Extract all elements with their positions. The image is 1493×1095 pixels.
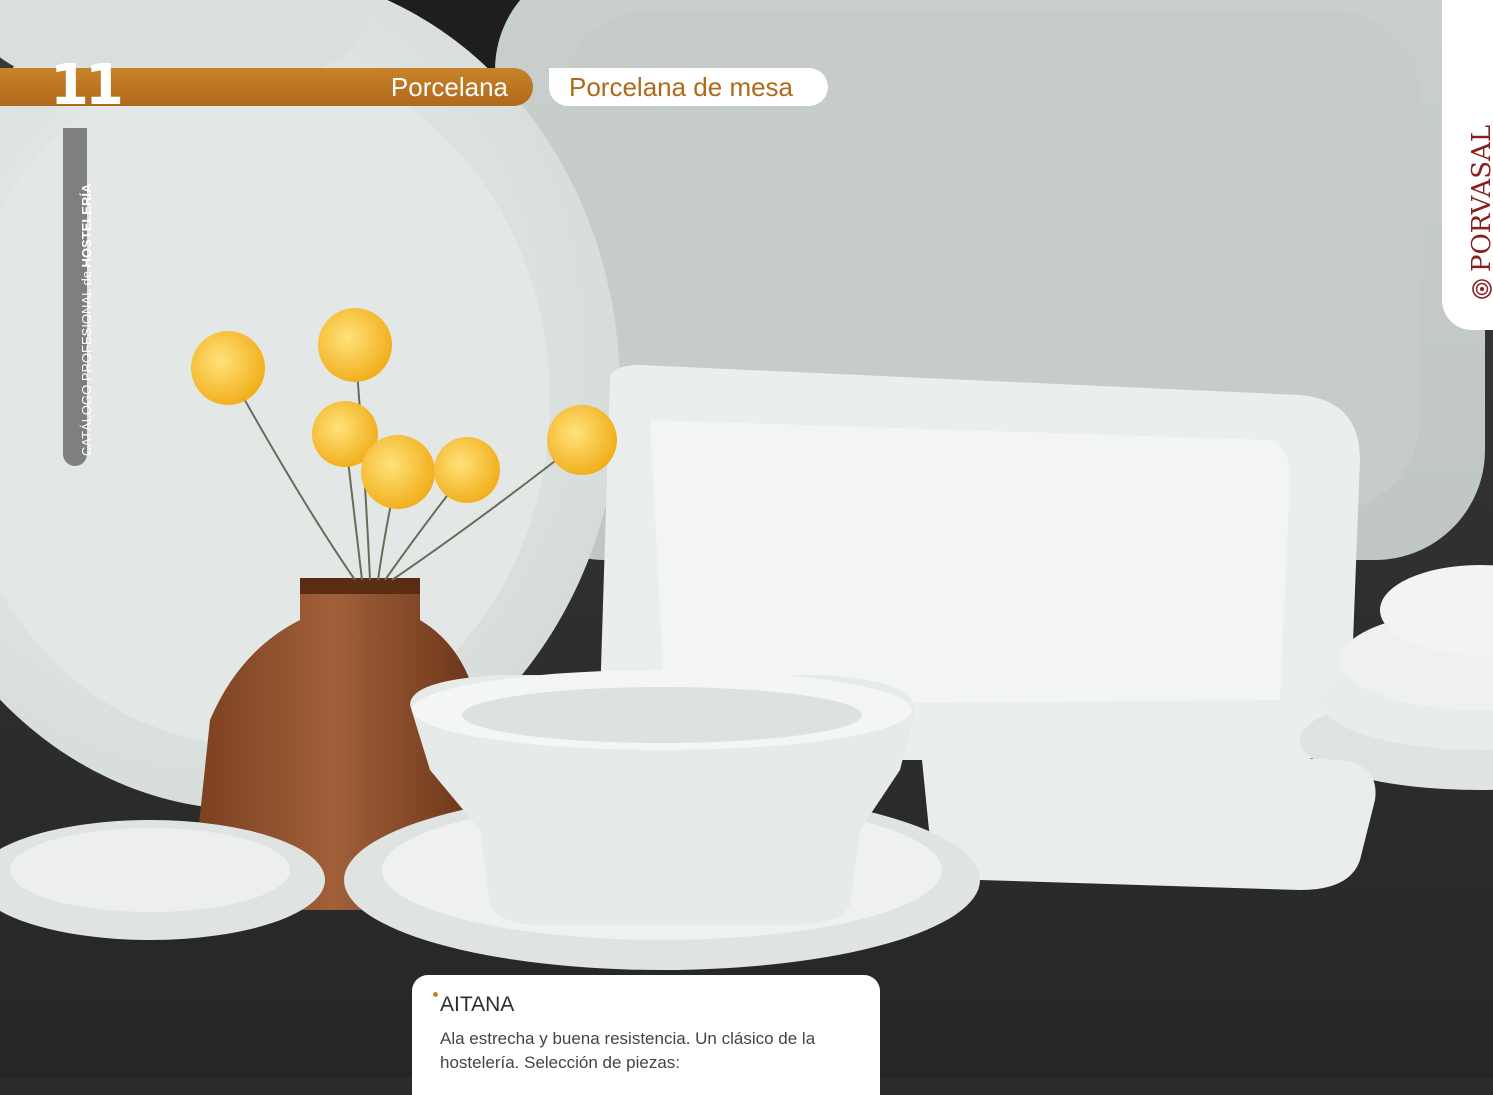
subsection-title: Porcelana de mesa bbox=[569, 72, 794, 102]
subsection-pill: Porcelana de mesa bbox=[549, 68, 828, 106]
brand-name: PORVASAL bbox=[1467, 124, 1493, 272]
brand-logo: PORVASAL bbox=[1467, 125, 1493, 300]
catalog-highlight: HOSTELERÍA bbox=[79, 183, 94, 268]
rose-logo-icon bbox=[1472, 279, 1492, 299]
product-photo bbox=[0, 0, 1493, 1078]
product-description: Ala estrecha y buena resistencia. Un clá… bbox=[440, 1029, 816, 1072]
bullet-icon bbox=[433, 992, 438, 997]
product-title: AITANA bbox=[440, 993, 515, 1016]
chapter-number: 11 bbox=[50, 53, 124, 118]
catalog-side-label: CATÁLOGO PROFESIONAL de HOSTELERÍA bbox=[75, 126, 99, 456]
catalog-prefix: CATÁLOGO PROFESIONAL de bbox=[79, 267, 94, 456]
product-info-card: AITANA Ala estrecha y buena resistencia.… bbox=[412, 975, 880, 1095]
section-title: Porcelana bbox=[390, 72, 508, 102]
